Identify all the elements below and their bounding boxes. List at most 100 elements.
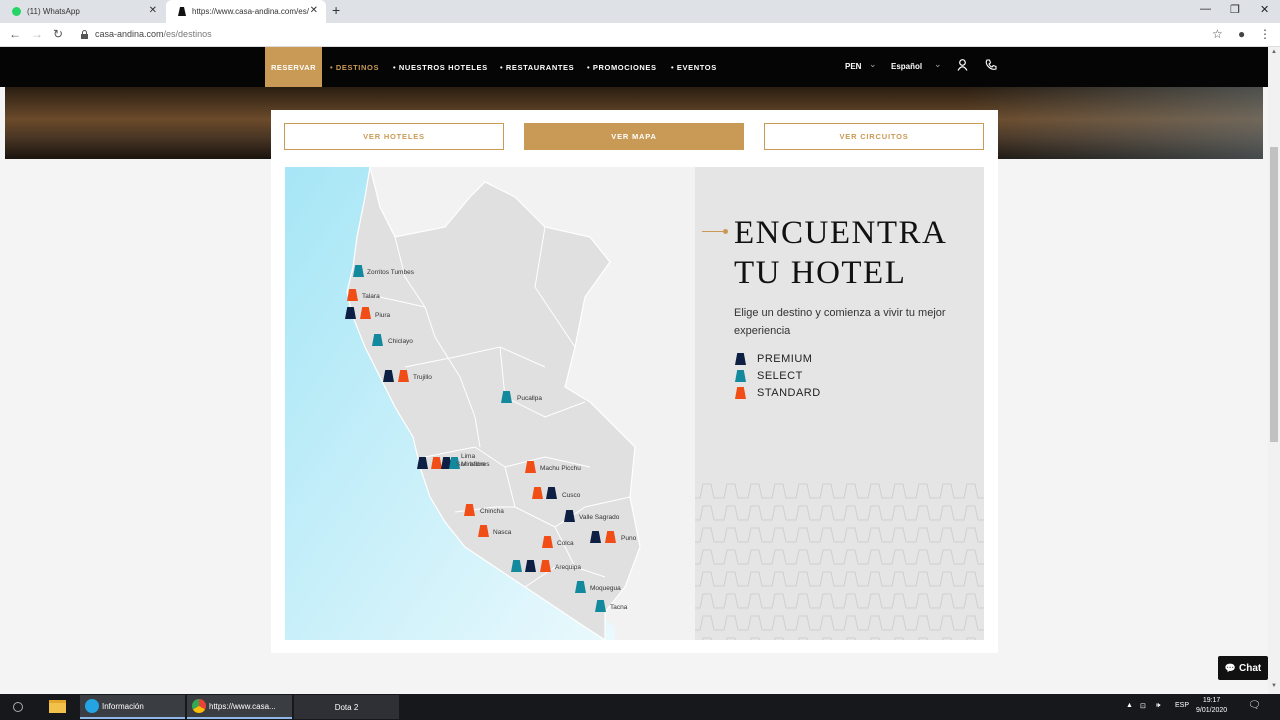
city-label[interactable]: Moquegua: [590, 585, 621, 592]
scrollbar-thumb[interactable]: [1270, 147, 1278, 442]
forward-icon[interactable]: →: [31, 27, 43, 41]
standard-marker-icon: [735, 387, 746, 399]
city-label[interactable]: Pucallpa: [517, 395, 542, 402]
headline-decoration: [702, 231, 724, 232]
restore-icon[interactable]: ❐: [1230, 3, 1240, 16]
decorative-pattern: [695, 480, 984, 640]
tray-expand-icon[interactable]: ▲: [1126, 702, 1133, 709]
legend-premium: PREMIUM: [735, 353, 812, 365]
ver-mapa-button[interactable]: VER MAPA: [524, 123, 744, 150]
chevron-down-icon: ⌄: [934, 59, 942, 69]
tab-whatsapp[interactable]: (11) WhatsApp ✕: [0, 0, 165, 23]
city-label[interactable]: San Isidro: [456, 461, 485, 468]
map-background: [285, 167, 695, 640]
currency-select[interactable]: PEN: [845, 62, 861, 71]
city-label[interactable]: Piura: [375, 312, 390, 319]
taskbar: Información https://www.casa... Dota 2 ▲…: [0, 694, 1280, 720]
city-label[interactable]: Arequipa: [555, 564, 581, 571]
close-icon[interactable]: ✕: [310, 5, 318, 16]
taskbar-item-informacion[interactable]: Información: [80, 695, 185, 719]
chrome-icon: [192, 699, 206, 713]
city-label[interactable]: Lima: [461, 453, 475, 460]
reload-icon[interactable]: ↻: [53, 27, 63, 41]
subtitle: Elige un destino y comienza a vivir tu m…: [734, 307, 946, 337]
nav-restaurantes[interactable]: • RESTAURANTES: [500, 63, 574, 72]
address-bar: ← → ↻ casa-andina.com/es/destinos ☆ ● ⋮: [0, 23, 1280, 47]
city-label[interactable]: Tacna: [610, 604, 627, 611]
reservar-button[interactable]: RESERVAR: [265, 47, 322, 87]
nav-eventos[interactable]: • EVENTOS: [671, 63, 717, 72]
city-label[interactable]: Chincha: [480, 508, 504, 515]
ver-hoteles-button[interactable]: VER HOTELES: [284, 123, 504, 150]
city-label[interactable]: Valle Sagrado: [579, 514, 619, 521]
city-label[interactable]: Talara: [362, 293, 380, 300]
headline-line-1: ENCUENTRA: [734, 215, 948, 251]
cortana-icon[interactable]: [13, 702, 23, 712]
chat-bubble-icon: 💬: [1224, 662, 1236, 673]
profile-icon[interactable]: ●: [1238, 27, 1245, 41]
date: 9/01/2020: [1196, 707, 1228, 714]
nav-promociones[interactable]: • PROMOCIONES: [587, 63, 657, 72]
tab-casa-andina[interactable]: https://www.casa-andina.com/es/ ✕: [166, 0, 326, 23]
taskbar-item-chrome[interactable]: https://www.casa...: [187, 695, 292, 719]
destinations-card: VER HOTELES VER MAPA VER CIRCUITOS Zorri…: [271, 110, 998, 653]
taskbar-label: Información: [102, 701, 144, 711]
scroll-down-icon[interactable]: ▼: [1271, 683, 1277, 689]
legend-label: SELECT: [757, 370, 803, 382]
city-label[interactable]: Machu Picchu: [540, 465, 581, 472]
legend-label: PREMIUM: [757, 353, 813, 365]
minimize-icon[interactable]: —: [1200, 3, 1211, 15]
casa-andina-icon: [178, 7, 186, 16]
city-label[interactable]: Nasca: [493, 529, 511, 536]
language-indicator[interactable]: ESP: [1175, 702, 1189, 709]
city-label[interactable]: Colca: [557, 540, 574, 547]
language-select[interactable]: Español: [891, 62, 922, 71]
legend-standard: STANDARD: [735, 387, 821, 399]
page-scrollbar[interactable]: ▲ ▼: [1268, 47, 1280, 694]
taskbar-label: https://www.casa...: [209, 701, 276, 711]
chevron-down-icon: ⌄: [869, 59, 877, 69]
window-close-icon[interactable]: ✕: [1260, 3, 1269, 16]
close-icon[interactable]: ✕: [149, 5, 157, 16]
url-field[interactable]: casa-andina.com/es/destinos: [95, 29, 212, 39]
headline-line-2: TU HOTEL: [734, 255, 907, 291]
city-label[interactable]: Cusco: [562, 492, 580, 499]
new-tab-button[interactable]: +: [332, 2, 340, 18]
notifications-icon[interactable]: 🗨: [1248, 700, 1261, 711]
app-icon: [85, 699, 99, 713]
clock[interactable]: 19:17 9/01/2020: [1196, 696, 1227, 716]
whatsapp-icon: [12, 7, 21, 16]
legend-select: SELECT: [735, 370, 803, 382]
menu-icon[interactable]: ⋮: [1259, 27, 1271, 41]
ver-circuitos-button[interactable]: VER CIRCUITOS: [764, 123, 984, 150]
peru-map: Zorritos Tumbes Talara Piura Chiclayo Tr…: [285, 167, 695, 640]
phone-icon[interactable]: [985, 59, 997, 71]
headline-dot: [723, 229, 728, 234]
url-path: /es/destinos: [163, 29, 212, 39]
premium-marker-icon: [735, 353, 746, 365]
taskbar-item-dota[interactable]: Dota 2: [294, 695, 399, 719]
tab-title: https://www.casa-andina.com/es/: [192, 7, 309, 16]
file-explorer-icon[interactable]: [49, 700, 66, 713]
find-hotel-panel: ENCUENTRA TU HOTEL Elige un destino y co…: [695, 167, 984, 640]
lock-icon: [81, 30, 88, 39]
scroll-up-icon[interactable]: ▲: [1271, 49, 1277, 55]
back-icon[interactable]: ←: [9, 27, 21, 41]
chat-label: Chat: [1238, 662, 1262, 674]
chat-button[interactable]: 💬 Chat: [1218, 656, 1268, 680]
bookmark-star-icon[interactable]: ☆: [1212, 27, 1223, 41]
nav-destinos[interactable]: • DESTINOS: [330, 63, 379, 72]
url-host: casa-andina.com: [95, 29, 164, 39]
nav-nuestros-hoteles[interactable]: • NUESTROS HOTELES: [393, 63, 488, 72]
network-icon[interactable]: ⊡: [1140, 702, 1146, 710]
city-label[interactable]: Chiclayo: [388, 338, 413, 345]
user-icon[interactable]: [957, 59, 968, 71]
taskbar-label: Dota 2: [334, 702, 359, 712]
site-navbar: RESERVAR • DESTINOS • NUESTROS HOTELES •…: [0, 47, 1268, 87]
browser-tabbar: (11) WhatsApp ✕ https://www.casa-andina.…: [0, 0, 1280, 23]
city-label[interactable]: Puno: [621, 535, 636, 542]
city-label[interactable]: Zorritos Tumbes: [367, 269, 414, 276]
legend-label: STANDARD: [757, 387, 821, 399]
volume-icon[interactable]: 🕪: [1156, 702, 1160, 710]
city-label[interactable]: Trujillo: [413, 374, 432, 381]
